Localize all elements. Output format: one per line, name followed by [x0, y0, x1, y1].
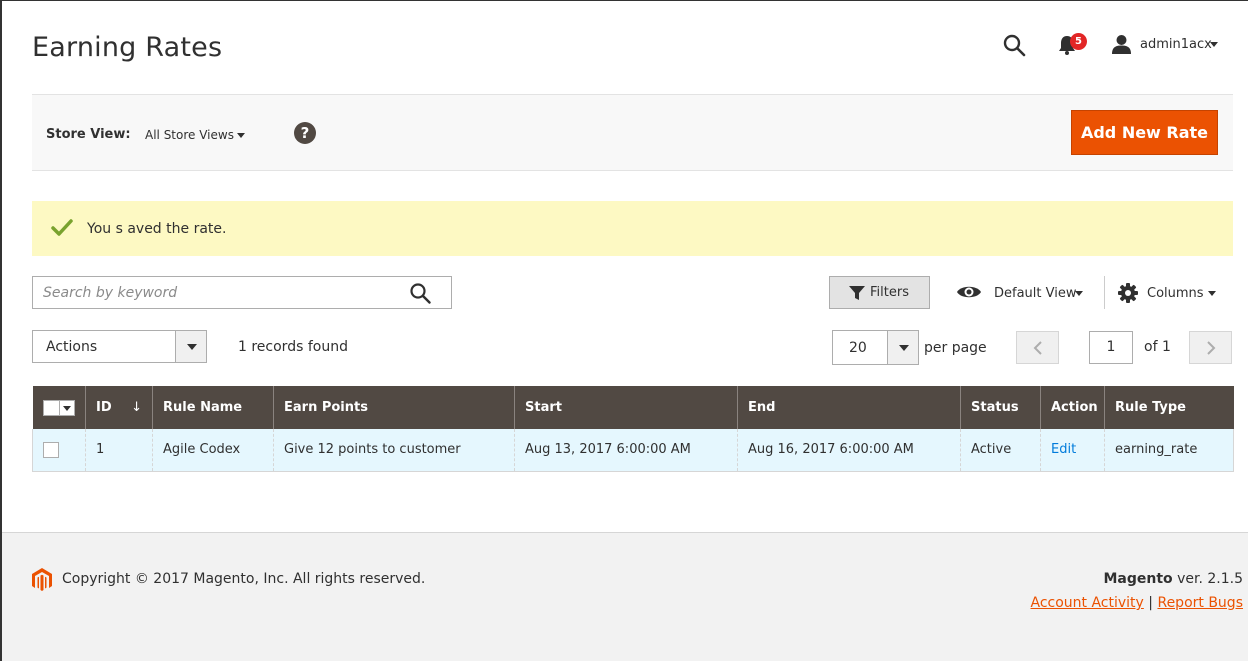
chevron-right-icon — [1207, 341, 1216, 355]
success-message-text: You s aved the rate. — [87, 221, 227, 237]
per-page-toggle[interactable] — [887, 331, 918, 364]
user-menu-name[interactable]: admin1acx — [1140, 37, 1212, 52]
edit-link[interactable]: Edit — [1051, 442, 1076, 457]
account-activity-link[interactable]: Account Activity — [1031, 595, 1144, 611]
cell-status: Active — [960, 429, 1041, 472]
funnel-icon — [849, 286, 865, 300]
store-view-switcher[interactable]: All Store Views — [145, 128, 234, 142]
toolbar-divider — [1104, 276, 1105, 309]
column-header-action: Action — [1040, 386, 1105, 429]
column-header-start[interactable]: Start — [514, 386, 738, 429]
table-row[interactable]: 1 Agile Codex Give 12 points to customer… — [32, 429, 1234, 472]
column-header-rule-name[interactable]: Rule Name — [152, 386, 274, 429]
link-separator: | — [1143, 595, 1158, 611]
column-header-end[interactable]: End — [737, 386, 961, 429]
chevron-down-icon[interactable] — [1075, 291, 1083, 296]
chevron-down-icon — [899, 345, 909, 351]
chevron-down-icon — [62, 405, 71, 411]
eye-icon[interactable] — [956, 283, 982, 301]
per-page-select[interactable]: 20 — [832, 330, 919, 365]
search-input[interactable] — [43, 283, 403, 303]
mass-select-checkbox[interactable] — [42, 399, 75, 416]
search-icon[interactable] — [1002, 33, 1026, 57]
sort-arrow-icon: ↓ — [131, 400, 142, 415]
cell-rule-type: earning_rate — [1104, 429, 1234, 472]
filters-label: Filters — [870, 285, 909, 300]
column-header-rule-type[interactable]: Rule Type — [1104, 386, 1234, 429]
user-icon[interactable] — [1111, 34, 1132, 54]
per-page-value: 20 — [849, 340, 867, 356]
cell-id: 1 — [85, 429, 153, 472]
row-checkbox[interactable] — [43, 441, 59, 458]
column-header-earn-points[interactable]: Earn Points — [273, 386, 515, 429]
column-header-id[interactable]: ID ↓ — [85, 386, 153, 429]
cell-action: Edit — [1040, 429, 1105, 472]
cell-rule-name: Agile Codex — [152, 429, 274, 472]
footer-links: Account Activity | Report Bugs — [1031, 595, 1244, 611]
dropdown-toggle[interactable] — [175, 331, 206, 362]
records-count: 1 records found — [238, 339, 348, 355]
brand-name: Magento — [1103, 571, 1173, 587]
row-select-cell[interactable] — [32, 429, 86, 472]
cell-end: Aug 16, 2017 6:00:00 AM — [737, 429, 961, 472]
previous-page-button[interactable] — [1016, 331, 1059, 364]
chevron-down-icon[interactable] — [1210, 42, 1218, 47]
chevron-left-icon — [1033, 341, 1042, 355]
filters-button[interactable]: Filters — [829, 276, 930, 309]
chevron-down-icon[interactable] — [237, 133, 245, 138]
columns-control[interactable]: Columns — [1147, 286, 1204, 301]
cell-start: Aug 13, 2017 6:00:00 AM — [514, 429, 738, 472]
view-switcher[interactable]: Default View — [994, 286, 1076, 301]
next-page-button[interactable] — [1189, 331, 1232, 364]
notification-badge[interactable]: 5 — [1070, 33, 1087, 50]
chevron-down-icon — [187, 344, 197, 350]
search-icon[interactable] — [409, 282, 431, 304]
mass-select-header[interactable] — [32, 386, 86, 429]
current-page-input[interactable]: 1 — [1089, 331, 1133, 364]
add-new-rate-button[interactable]: Add New Rate — [1071, 110, 1218, 155]
cell-earn-points: Give 12 points to customer — [273, 429, 515, 472]
rates-grid: ID ↓ Rule Name Earn Points Start End Stat… — [32, 386, 1234, 472]
total-pages: of 1 — [1144, 339, 1171, 355]
grid-header-row: ID ↓ Rule Name Earn Points Start End Stat… — [32, 386, 1234, 429]
gear-icon[interactable] — [1118, 283, 1138, 303]
column-header-status[interactable]: Status — [960, 386, 1041, 429]
magento-logo-icon — [32, 568, 52, 591]
store-view-label: Store View: — [46, 127, 131, 142]
mass-actions-dropdown[interactable]: Actions — [32, 330, 207, 363]
per-page-label: per page — [924, 340, 987, 356]
keyword-search — [32, 276, 452, 309]
version-text: ver. 2.1.5 — [1172, 571, 1243, 587]
report-bugs-link[interactable]: Report Bugs — [1157, 595, 1243, 611]
help-icon[interactable]: ? — [294, 122, 316, 144]
chevron-down-icon[interactable] — [1208, 291, 1216, 296]
copyright-text: Copyright © 2017 Magento, Inc. All right… — [62, 571, 426, 587]
actions-label: Actions — [46, 339, 98, 355]
version-info: Magento ver. 2.1.5 — [1103, 571, 1243, 587]
page-title: Earning Rates — [32, 32, 223, 63]
check-icon — [51, 219, 73, 236]
